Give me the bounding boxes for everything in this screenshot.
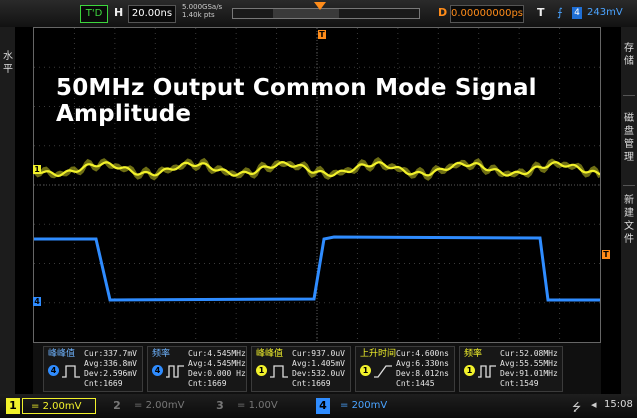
pulse-icon: [270, 365, 288, 378]
measurement-name: 频率: [152, 349, 171, 359]
horizontal-menu-char-1: 水: [3, 51, 13, 62]
pulse-icon: [166, 365, 184, 378]
measurement-panel: 峰峰值 4 Cur:337.7mV Avg:336.8mV Dev:2.596mV C…: [33, 343, 601, 394]
ch4-number[interactable]: 4: [316, 398, 330, 414]
measurement-values: Cur:52.08MHz Avg:55.55MHz Dev:91.01MHz Cnt:…: [500, 349, 558, 389]
trigger-level-marker[interactable]: T: [602, 250, 610, 259]
measurement-item[interactable]: 上升时间 1 Cur:4.600ns Avg:6.330ns Dev:8.012ns…: [355, 346, 455, 392]
trigger-label: T: [537, 6, 545, 19]
ch2-scale-value: 2.00mV: [145, 400, 185, 411]
sample-rate: 5.000GSa/s: [182, 3, 223, 11]
delay-value[interactable]: 0.00000000ps: [450, 5, 524, 23]
menu-disk-char-4[interactable]: 理: [621, 152, 637, 164]
channel-badge: 1: [464, 365, 475, 376]
screen-title: 50MHz Output Common Mode Signal Amplitud…: [56, 75, 537, 127]
trigger-time-marker[interactable]: T: [318, 30, 326, 39]
cnt-value: Cnt:1549: [500, 379, 539, 388]
cnt-value: Cnt:1669: [292, 379, 331, 388]
memory-position-strip[interactable]: [232, 8, 420, 19]
menu-disk-char-1[interactable]: 磁: [621, 113, 637, 125]
menu-disk-char-2[interactable]: 盘: [621, 126, 637, 138]
pulse-icon: [62, 365, 80, 378]
cnt-value: Cnt:1669: [84, 379, 123, 388]
measurement-item[interactable]: 频率 4 Cur:4.545MHz Avg:4.545MHz Dev:0.000 H…: [147, 346, 247, 392]
ch3-number[interactable]: 3: [213, 398, 227, 414]
cur-value: Cur:4.600ns: [396, 349, 449, 358]
rise-time-icon: [374, 365, 392, 378]
usb-icon: ⭍: [572, 401, 582, 414]
cur-value: Cur:937.0uV: [292, 349, 345, 358]
measurement-item[interactable]: 频率 1 Cur:52.08MHz Avg:55.55MHz Dev:91.01MH…: [459, 346, 563, 392]
cur-value: Cur:52.08MHz: [500, 349, 558, 358]
menu-save-char-2[interactable]: 储: [621, 56, 637, 68]
measurement-values: Cur:4.600ns Avg:6.330ns Dev:8.012ns Cnt:144…: [396, 349, 449, 389]
horizontal-menu-char-2: 平: [3, 64, 13, 75]
measurement-item[interactable]: 峰峰值 1 Cur:937.0uV Avg:1.405mV Dev:532.0uV C…: [251, 346, 351, 392]
measurement-values: Cur:337.7mV Avg:336.8mV Dev:2.596mV Cnt:166…: [84, 349, 137, 389]
cnt-value: Cnt:1669: [188, 379, 227, 388]
measurement-values: Cur:937.0uV Avg:1.405mV Dev:532.0uV Cnt:166…: [292, 349, 345, 389]
clock: 15:08: [604, 399, 633, 410]
measurement-name: 峰峰值: [256, 349, 284, 359]
avg-value: Avg:1.405mV: [292, 359, 345, 368]
measurement-name: 频率: [464, 349, 483, 359]
menu-newfile-char-3[interactable]: 文: [621, 221, 637, 233]
ch4-scale[interactable]: = 200mV: [332, 398, 406, 414]
trigger-edge-icon: ⨍: [557, 6, 563, 19]
ch3-scale[interactable]: = 1.00V: [229, 398, 303, 414]
cur-value: Cur:4.545MHz: [188, 349, 246, 358]
ch1-scale[interactable]: = 2.00mV: [22, 398, 96, 414]
measurement-name: 上升时间: [360, 349, 397, 359]
dev-value: Dev:8.012ns: [396, 369, 449, 378]
timebase-value[interactable]: 20.00ns: [128, 5, 176, 23]
trigger-level[interactable]: 243mV: [587, 5, 623, 21]
channel-badge: 1: [256, 365, 267, 376]
left-side-panel[interactable]: 水 平: [0, 27, 15, 394]
trigger-source: 4: [572, 7, 582, 19]
channel-status-bar: 1 = 2.00mV 2 = 2.00mV 3 = 1.00V 4 = 200m…: [0, 394, 637, 418]
ch2-scale[interactable]: = 2.00mV: [126, 398, 200, 414]
ch4-scale-value: 200mV: [351, 400, 388, 411]
channel-badge: 4: [152, 365, 163, 376]
channel-badge: 4: [48, 365, 59, 376]
memory-view-window: [273, 9, 339, 18]
menu-divider: [623, 185, 635, 186]
ch3-scale-value: 1.00V: [248, 400, 278, 411]
cnt-value: Cnt:1445: [396, 379, 435, 388]
ch2-number[interactable]: 2: [110, 398, 124, 414]
trigger-position-icon: [314, 2, 326, 10]
pulse-icon: [478, 365, 496, 378]
menu-disk-char-3[interactable]: 管: [621, 139, 637, 151]
measurement-name: 峰峰值: [48, 349, 76, 359]
dev-value: Dev:532.0uV: [292, 369, 345, 378]
horizontal-label: H: [114, 6, 124, 19]
cur-value: Cur:337.7mV: [84, 349, 137, 358]
menu-newfile-char-1[interactable]: 新: [621, 195, 637, 207]
avg-value: Avg:55.55MHz: [500, 359, 558, 368]
memory-depth: 1.40k pts: [182, 11, 215, 19]
channel-badge: 1: [360, 365, 371, 376]
menu-divider: [623, 95, 635, 96]
ch4-ground-marker[interactable]: 4: [33, 297, 41, 306]
trigger-status: T'D: [80, 5, 108, 23]
avg-value: Avg:6.330ns: [396, 359, 449, 368]
dev-value: Dev:2.596mV: [84, 369, 137, 378]
measurement-values: Cur:4.545MHz Avg:4.545MHz Dev:0.000 Hz Cnt:…: [188, 349, 246, 389]
avg-value: Avg:336.8mV: [84, 359, 137, 368]
measurement-item[interactable]: 峰峰值 4 Cur:337.7mV Avg:336.8mV Dev:2.596mV C…: [43, 346, 143, 392]
dev-value: Dev:0.000 Hz: [188, 369, 246, 378]
menu-save-char-1[interactable]: 存: [621, 43, 637, 55]
ch1-ground-marker[interactable]: 1: [33, 165, 41, 174]
top-status-bar: T'D H 20.00ns 5.000GSa/s 1.40k pts D 0.0…: [0, 0, 637, 27]
right-side-menu[interactable]: 存 储 磁 盘 管 理 新 建 文 件: [621, 27, 637, 394]
menu-newfile-char-2[interactable]: 建: [621, 208, 637, 220]
delay-label: D: [438, 6, 448, 19]
sound-icon: ◂: [591, 398, 597, 411]
avg-value: Avg:4.545MHz: [188, 359, 246, 368]
menu-newfile-char-4[interactable]: 件: [621, 234, 637, 246]
ch1-number[interactable]: 1: [6, 398, 20, 414]
sample-rate-info: 5.000GSa/s 1.40k pts: [182, 3, 222, 19]
dev-value: Dev:91.01MHz: [500, 369, 558, 378]
ch1-scale-value: 2.00mV: [42, 401, 82, 412]
